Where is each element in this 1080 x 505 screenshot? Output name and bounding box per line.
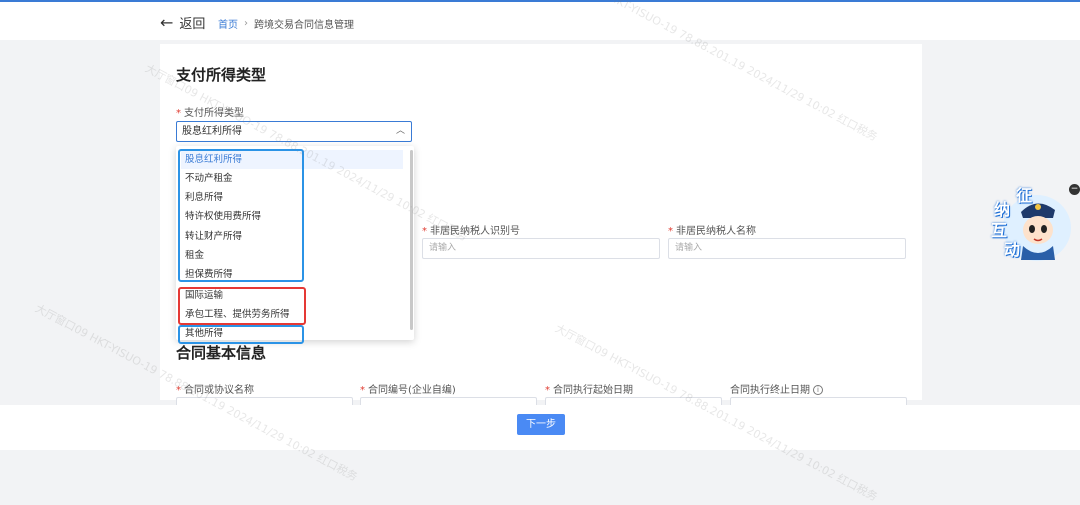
option-contract-labor[interactable]: 承包工程、提供劳务所得 — [181, 305, 403, 324]
option-royalty[interactable]: 特许权使用费所得 — [181, 207, 403, 226]
contract-number-label: * 合同编号(企业自编) — [360, 385, 456, 396]
top-bar: ← 返回 首页 › 跨境交易合同信息管理 — [0, 0, 1080, 40]
section-title-payment: 支付所得类型 — [176, 66, 267, 84]
chevron-up-icon: ︿ — [395, 126, 405, 136]
taxpayer-name-input[interactable]: 请输入 — [668, 238, 906, 259]
back-button[interactable]: ← 返回 — [160, 13, 205, 32]
info-icon: i — [813, 385, 823, 395]
payment-type-dropdown: 股息红利所得 不动产租金 利息所得 特许权使用费所得 转让财产所得 租金 担保费… — [176, 146, 414, 340]
back-arrow-icon: ← — [160, 12, 174, 32]
option-dividend[interactable]: 股息红利所得 — [181, 150, 403, 169]
payment-type-select[interactable]: 股息红利所得 ︿ — [176, 121, 412, 142]
option-other[interactable]: 其他所得 — [181, 324, 403, 343]
next-step-button[interactable]: 下一步 — [517, 414, 565, 435]
back-label: 返回 — [179, 17, 206, 32]
payment-type-label: * 支付所得类型 — [176, 108, 244, 119]
mascot-widget[interactable]: 征 纳 互 动 — [985, 186, 1073, 262]
breadcrumb-home[interactable]: 首页 — [218, 16, 238, 31]
contract-start-label: * 合同执行起始日期 — [545, 385, 633, 396]
taxpayer-name-label: * 非居民纳税人名称 — [668, 226, 756, 237]
taxpayer-id-input[interactable]: 请输入 — [422, 238, 660, 259]
contract-name-label: * 合同或协议名称 — [176, 385, 254, 396]
contract-end-label: 合同执行终止日期 i — [730, 381, 823, 396]
dropdown-scrollbar[interactable] — [410, 150, 413, 330]
option-intl-transport[interactable]: 国际运输 — [181, 286, 403, 305]
payment-type-value: 股息红利所得 — [182, 126, 242, 137]
option-rent[interactable]: 租金 — [181, 246, 403, 265]
collapse-icon[interactable]: − — [1069, 184, 1080, 195]
section-title-contract: 合同基本信息 — [176, 344, 267, 362]
option-guarantee-fee[interactable]: 担保费所得 — [181, 265, 403, 284]
breadcrumb-current: 跨境交易合同信息管理 — [254, 20, 354, 31]
required-mark: * — [176, 108, 181, 119]
option-real-estate-rent[interactable]: 不动产租金 — [181, 169, 403, 188]
option-interest[interactable]: 利息所得 — [181, 188, 403, 207]
mascot-char-4: 动 — [1004, 240, 1021, 259]
option-property-transfer[interactable]: 转让财产所得 — [181, 227, 403, 246]
mascot-char-1: 征 — [1016, 186, 1033, 205]
breadcrumb: 首页 › 跨境交易合同信息管理 — [218, 16, 354, 31]
taxpayer-id-label: * 非居民纳税人识别号 — [422, 226, 520, 237]
breadcrumb-separator-icon: › — [244, 18, 248, 29]
